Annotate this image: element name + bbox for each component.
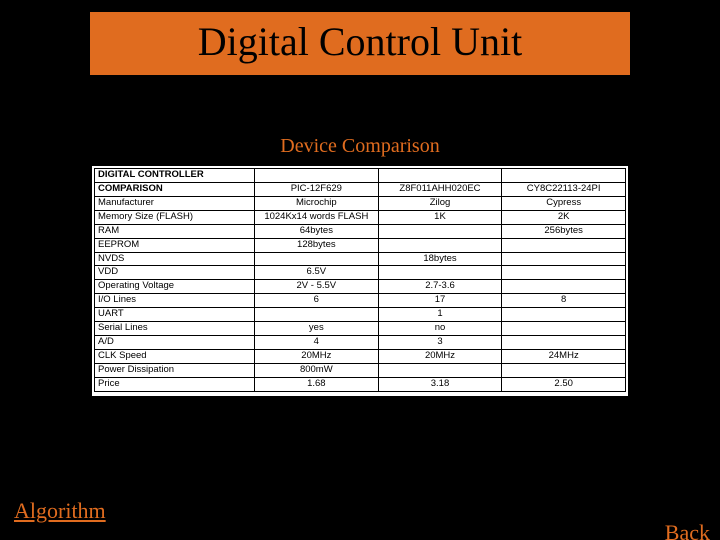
table-header-spacer xyxy=(255,169,379,183)
row-label: A/D xyxy=(95,336,255,350)
row-label: Power Dissipation xyxy=(95,363,255,377)
row-value xyxy=(255,308,379,322)
table-row: VDD6.5V xyxy=(95,266,626,280)
comparison-table-container: DIGITAL CONTROLLERCOMPARISONPIC-12F629Z8… xyxy=(92,166,628,396)
device-header: PIC-12F629 xyxy=(255,182,379,196)
table-row: EEPROM128bytes xyxy=(95,238,626,252)
row-value: 2K xyxy=(502,210,626,224)
page-title: Digital Control Unit xyxy=(90,18,630,65)
subtitle: Device Comparison xyxy=(0,135,720,158)
row-value xyxy=(502,238,626,252)
row-value: 8 xyxy=(502,294,626,308)
table-row: CLK Speed20MHz20MHz24MHz xyxy=(95,349,626,363)
row-label: UART xyxy=(95,308,255,322)
row-value: 24MHz xyxy=(502,349,626,363)
row-value: 6.5V xyxy=(255,266,379,280)
table-header-label: COMPARISON xyxy=(95,182,255,196)
row-label: Manufacturer xyxy=(95,196,255,210)
row-value: 1024Kx14 words FLASH xyxy=(255,210,379,224)
row-value: 256bytes xyxy=(502,224,626,238)
row-value: 3 xyxy=(378,336,502,350)
row-label: EEPROM xyxy=(95,238,255,252)
table-header-spacer xyxy=(378,169,502,183)
row-label: I/O Lines xyxy=(95,294,255,308)
row-value: 6 xyxy=(255,294,379,308)
row-label: Memory Size (FLASH) xyxy=(95,210,255,224)
row-value: 4 xyxy=(255,336,379,350)
row-value: 64bytes xyxy=(255,224,379,238)
row-value: 1.68 xyxy=(255,377,379,391)
slide: Digital Control Unit Device Comparison D… xyxy=(0,12,720,540)
device-header: Z8F011AHH020EC xyxy=(378,182,502,196)
row-value: 2.7-3.6 xyxy=(378,280,502,294)
row-value: 800mW xyxy=(255,363,379,377)
row-value xyxy=(378,224,502,238)
row-value xyxy=(502,266,626,280)
row-value xyxy=(255,252,379,266)
table-row: Operating Voltage2V - 5.5V2.7-3.6 xyxy=(95,280,626,294)
row-value: Zilog xyxy=(378,196,502,210)
title-bar: Digital Control Unit xyxy=(90,12,630,75)
comparison-table: DIGITAL CONTROLLERCOMPARISONPIC-12F629Z8… xyxy=(94,168,626,392)
row-value: 128bytes xyxy=(255,238,379,252)
algorithm-link[interactable]: Algorithm xyxy=(14,498,106,524)
table-row: ManufacturerMicrochipZilogCypress xyxy=(95,196,626,210)
row-value xyxy=(378,266,502,280)
row-label: RAM xyxy=(95,224,255,238)
table-header-label: DIGITAL CONTROLLER xyxy=(95,169,255,183)
row-label: Price xyxy=(95,377,255,391)
device-header: CY8C22113-24PI xyxy=(502,182,626,196)
row-value: 2V - 5.5V xyxy=(255,280,379,294)
row-value xyxy=(378,363,502,377)
row-value: 17 xyxy=(378,294,502,308)
back-link[interactable]: Back xyxy=(665,520,710,540)
row-label: VDD xyxy=(95,266,255,280)
row-label: Operating Voltage xyxy=(95,280,255,294)
table-row: Serial Linesyesno xyxy=(95,322,626,336)
row-value: 18bytes xyxy=(378,252,502,266)
table-header-spacer xyxy=(502,169,626,183)
row-label: CLK Speed xyxy=(95,349,255,363)
row-value: 20MHz xyxy=(255,349,379,363)
row-value xyxy=(502,322,626,336)
table-row: I/O Lines6178 xyxy=(95,294,626,308)
row-value: Microchip xyxy=(255,196,379,210)
row-value xyxy=(502,336,626,350)
row-value: 3.18 xyxy=(378,377,502,391)
row-value xyxy=(502,280,626,294)
row-value xyxy=(502,252,626,266)
row-label: NVDS xyxy=(95,252,255,266)
table-row: RAM64bytes 256bytes xyxy=(95,224,626,238)
table-row: NVDS 18bytes xyxy=(95,252,626,266)
table-row: UART 1 xyxy=(95,308,626,322)
table-row: A/D43 xyxy=(95,336,626,350)
row-value xyxy=(502,363,626,377)
table-row: Power Dissipation800mW xyxy=(95,363,626,377)
row-value: Cypress xyxy=(502,196,626,210)
table-row: Price1.683.182.50 xyxy=(95,377,626,391)
row-value: yes xyxy=(255,322,379,336)
row-value: no xyxy=(378,322,502,336)
row-value: 2.50 xyxy=(502,377,626,391)
row-value: 1K xyxy=(378,210,502,224)
row-value: 1 xyxy=(378,308,502,322)
row-value: 20MHz xyxy=(378,349,502,363)
row-value xyxy=(502,308,626,322)
row-label: Serial Lines xyxy=(95,322,255,336)
table-row: Memory Size (FLASH)1024Kx14 words FLASH1… xyxy=(95,210,626,224)
row-value xyxy=(378,238,502,252)
